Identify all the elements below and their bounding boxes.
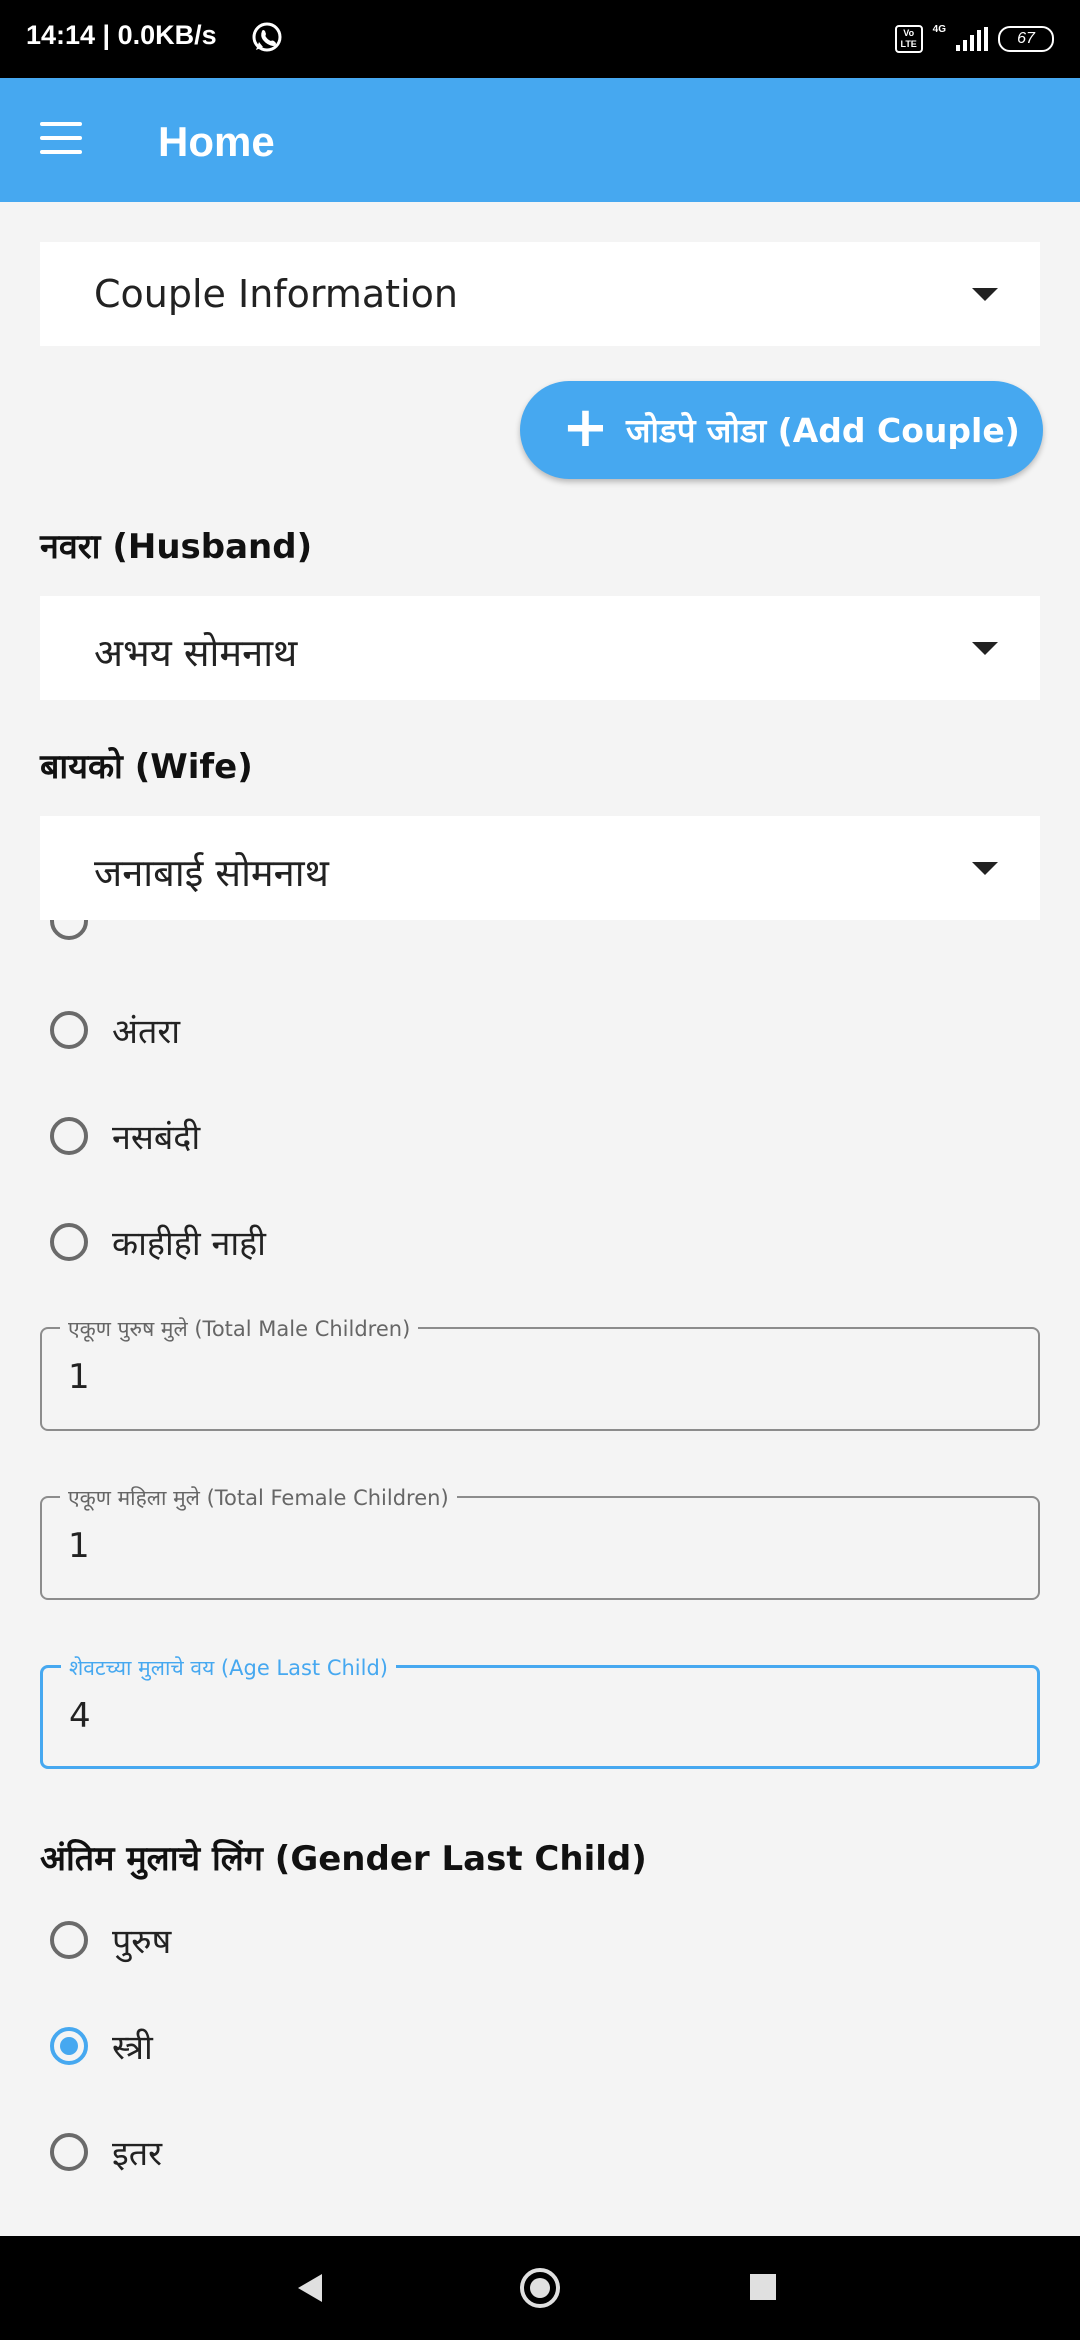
radio-button[interactable] <box>50 2133 88 2171</box>
dropdown-arrow-icon <box>972 862 998 875</box>
back-icon[interactable] <box>298 2274 322 2302</box>
radio-option[interactable]: नसबंदी <box>50 1106 200 1166</box>
battery-icon: 67 <box>998 26 1054 52</box>
plus-icon: + <box>562 395 609 460</box>
radio-option[interactable]: पुरुष <box>50 1910 171 1970</box>
radio-button[interactable] <box>50 1011 88 1049</box>
form-type-value: Couple Information <box>94 272 458 316</box>
radio-label: पुरुष <box>112 1922 172 1962</box>
add-couple-label: जोडपे जोडा (Add Couple) <box>626 411 1020 450</box>
radio-option[interactable]: अंतरा <box>50 1000 180 1060</box>
home-icon[interactable] <box>520 2268 560 2308</box>
husband-label: नवरा (Husband) <box>40 527 313 567</box>
radio-partial <box>50 920 90 942</box>
radio-button[interactable] <box>50 1223 88 1261</box>
dropdown-arrow-icon <box>972 288 998 301</box>
field-label: एकूण पुरुष मुले (Total Male Children) <box>60 1315 419 1343</box>
radio-button[interactable] <box>50 1117 88 1155</box>
page-title: Home <box>158 118 275 165</box>
navigation-bar <box>0 2236 1080 2340</box>
menu-icon[interactable] <box>40 122 82 156</box>
total-male-children-input[interactable] <box>68 1357 968 1397</box>
age-last-child-field[interactable]: शेवटच्या मुलाचे वय (Age Last Child) <box>40 1654 1040 1769</box>
total-male-children-field[interactable]: एकूण पुरुष मुले (Total Male Children) <box>40 1315 1040 1431</box>
radio-option[interactable]: काहीही नाही <box>50 1212 266 1272</box>
radio-label: इतर <box>112 2134 162 2174</box>
wife-label: बायको (Wife) <box>40 747 253 787</box>
dropdown-arrow-icon <box>972 642 998 655</box>
age-last-child-input[interactable] <box>69 1696 969 1736</box>
radio-option[interactable]: इतर <box>50 2122 162 2182</box>
signal-icon <box>956 27 988 51</box>
field-label: शेवटच्या मुलाचे वय (Age Last Child) <box>61 1654 396 1682</box>
radio-label: स्त्री <box>112 2028 153 2068</box>
radio-option[interactable]: स्त्री <box>50 2016 153 2076</box>
radio-label: काहीही नाही <box>112 1224 266 1264</box>
husband-dropdown[interactable]: अभय सोमनाथ <box>40 596 1040 700</box>
volte-icon: Vo LTE <box>894 25 923 53</box>
status-icons: Vo LTE 4G 67 <box>894 22 1054 56</box>
form-type-dropdown[interactable]: Couple Information <box>40 242 1040 346</box>
total-female-children-field[interactable]: एकूण महिला मुले (Total Female Children) <box>40 1484 1040 1600</box>
radio-label: नसबंदी <box>112 1118 201 1158</box>
gender-last-child-label: अंतिम मुलाचे लिंग (Gender Last Child) <box>40 1839 647 1879</box>
radio-label: अंतरा <box>112 1012 181 1052</box>
add-couple-button[interactable]: + जोडपे जोडा (Add Couple) <box>520 381 1043 479</box>
total-female-children-input[interactable] <box>68 1526 968 1566</box>
wife-dropdown[interactable]: जनाबाई सोमनाथ <box>40 816 1040 920</box>
radio-button-selected[interactable] <box>50 2027 88 2065</box>
field-label: एकूण महिला मुले (Total Female Children) <box>60 1484 457 1512</box>
whatsapp-icon <box>252 22 282 52</box>
network-type: 4G <box>932 23 946 35</box>
husband-value: अभय सोमनाथ <box>94 631 298 675</box>
app-bar: Home <box>0 78 1080 202</box>
status-bar: 14:14 | 0.0KB/s Vo LTE 4G 67 <box>0 0 1080 78</box>
recent-apps-icon[interactable] <box>750 2274 776 2300</box>
radio-button[interactable] <box>50 1921 88 1959</box>
status-time: 14:14 | 0.0KB/s <box>26 20 217 50</box>
wife-value: जनाबाई सोमनाथ <box>94 851 329 895</box>
